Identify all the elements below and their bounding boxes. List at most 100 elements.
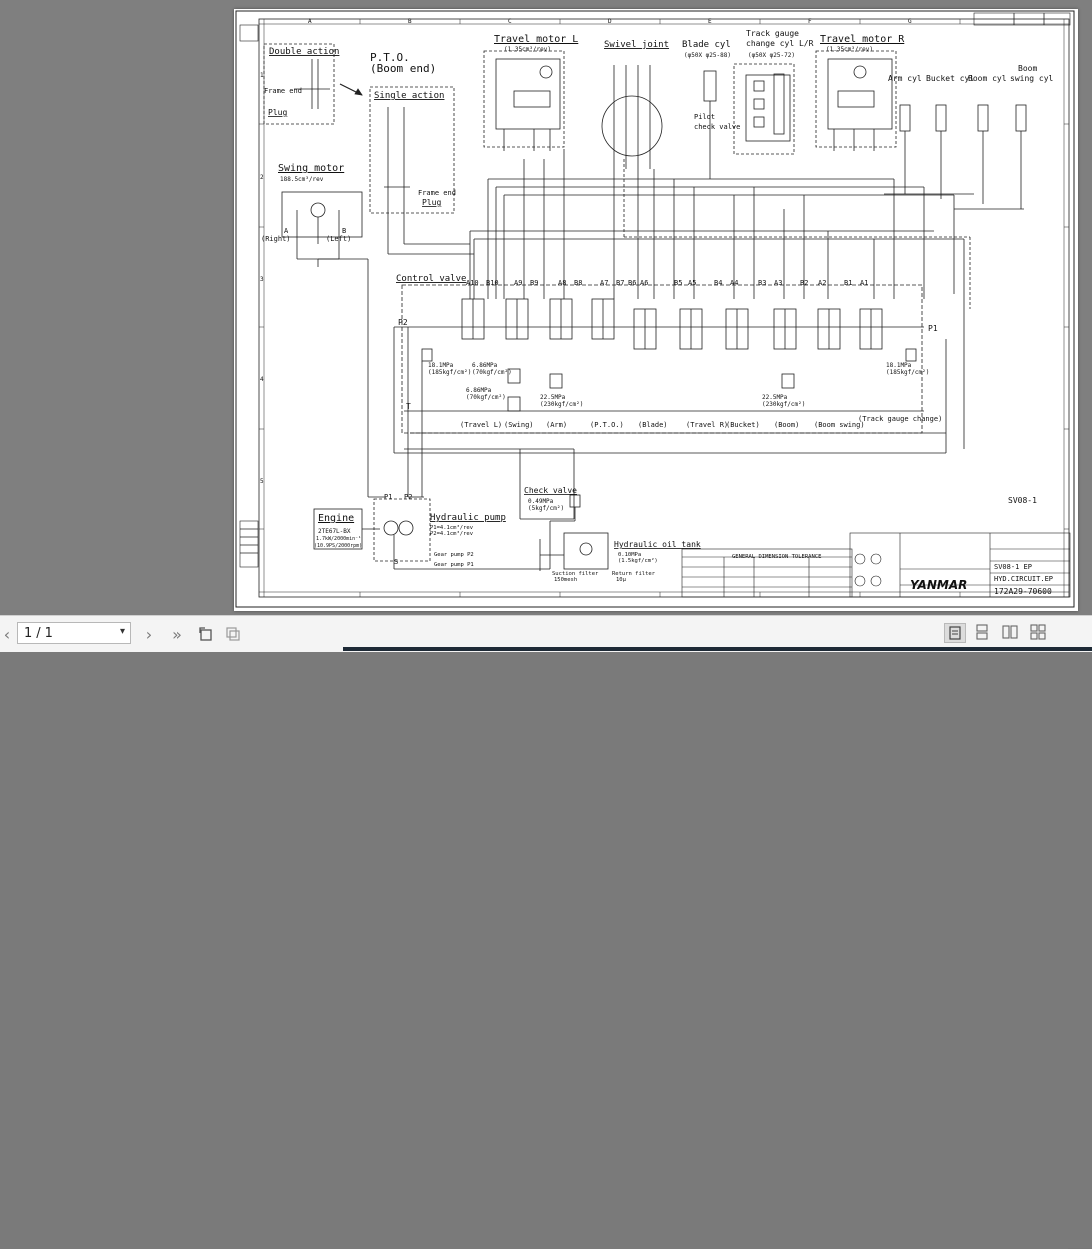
travel-motor-r-label: Travel motor R	[820, 34, 905, 45]
grid-col-f: F	[808, 18, 812, 25]
model-ref-code: SV08-1	[1008, 496, 1037, 505]
control-valve-label: Control valve	[396, 274, 466, 284]
suction-filter-mesh: 150mesh	[554, 577, 577, 583]
page-number-select[interactable]: 1 / 1 ▾	[17, 622, 131, 644]
function-blade: (Blade)	[638, 421, 668, 429]
two-page-icon	[1002, 625, 1018, 639]
title-name: HYD.CIRCUIT.EP	[994, 575, 1053, 583]
relief-c-pressure-2: (230kgf/cm²)	[540, 401, 583, 408]
boom-swing-cyl-label-2: swing cyl	[1010, 74, 1054, 83]
track-gauge-spec: (φ50X φ25-72)	[748, 52, 795, 59]
relief-b-pressure: 6.86MPa	[466, 387, 492, 394]
port-b8: B8	[574, 279, 582, 287]
relief-left-pressure: 18.1MPa	[428, 362, 454, 369]
port-b3: B3	[758, 279, 766, 287]
port-b5: B5	[674, 279, 682, 287]
port-b4: B4	[714, 279, 722, 287]
port-b10: B10	[486, 279, 499, 287]
plug-label: Plug	[268, 108, 287, 117]
pto-frame-end-label: Frame end	[418, 189, 456, 197]
grid-col-g: G	[908, 18, 912, 25]
port-b9: B9	[530, 279, 538, 287]
relief-a-pressure-2: (70kgf/cm²)	[472, 369, 512, 376]
relief-a-pressure: 6.86MPa	[472, 362, 498, 369]
function-swing: (Swing)	[504, 421, 534, 429]
single-page-view-button[interactable]	[944, 623, 966, 643]
relief-right-pressure-2: (185kgf/cm²)	[886, 369, 929, 376]
grid-row-1: 1	[260, 72, 264, 79]
function-arm: (Arm)	[546, 421, 567, 429]
engine-model: 2TE67L-BX	[318, 528, 351, 535]
grid-row-2: 2	[260, 174, 264, 181]
port-a9: A9	[514, 279, 522, 287]
relief-d-pressure: 22.5MPa	[762, 394, 788, 401]
chevron-down-icon: ▾	[119, 626, 125, 637]
swing-right-label: (Right)	[261, 235, 291, 243]
copy-icon	[226, 627, 240, 641]
next-page-button[interactable]: ›	[140, 623, 158, 645]
two-page-continuous-view-button[interactable]	[1028, 623, 1050, 643]
check-valve-label: Check valve	[524, 486, 577, 495]
pilot-check-label: Pilot	[694, 113, 715, 121]
swing-left-label: (Left)	[326, 235, 351, 243]
hydraulic-circuit-diagram: Double action Frame end Plug P.T.O. (Boo…	[235, 10, 1075, 608]
port-b7: B7	[616, 279, 624, 287]
pto-boom-end-label: (Boom end)	[370, 62, 436, 75]
port-a1: A1	[860, 279, 868, 287]
hydraulic-pump-label: Hydraulic pump	[430, 513, 506, 523]
grid-row-4: 4	[260, 376, 264, 383]
document-viewport[interactable]: Double action Frame end Plug P.T.O. (Boo…	[0, 0, 1092, 615]
function-boom-swing: (Boom swing)	[814, 421, 865, 429]
port-b1: B1	[844, 279, 852, 287]
travel-motor-l-spec: (1.35cm³/rev)	[504, 46, 551, 53]
pump-spec-2: P2=4.1cm³/rev	[430, 530, 474, 537]
port-a3: A3	[774, 279, 782, 287]
port-a8: A8	[558, 279, 566, 287]
grid-row-3: 3	[260, 276, 264, 283]
travel-motor-l-label: Travel motor L	[494, 34, 578, 45]
tank-spec-2: (1.5kgf/cm²)	[618, 557, 658, 564]
swing-motor-label: Swing motor	[278, 163, 344, 174]
travel-motor-r-spec: (1.35cm³/rev)	[826, 46, 873, 53]
swing-motor-spec: 188.5cm³/rev	[280, 176, 324, 183]
rotate-button[interactable]	[196, 623, 216, 645]
prev-page-button[interactable]: ‹	[0, 623, 14, 645]
hydraulic-oil-tank-label: Hydraulic oil tank	[614, 540, 701, 549]
pump-s: S	[394, 558, 398, 566]
two-page-continuous-icon	[1030, 624, 1046, 640]
blade-cyl-label: Blade cyl	[682, 40, 731, 50]
pump-p2: P2	[404, 493, 412, 501]
port-t: T	[406, 402, 411, 411]
function-bucket: (Bucket)	[726, 421, 760, 429]
port-a10: A10	[466, 279, 479, 287]
yanmar-logo: YANMAR	[910, 578, 967, 592]
function-travel-l: (Travel L)	[460, 421, 502, 429]
two-page-view-button[interactable]	[1000, 623, 1022, 643]
port-b2: B2	[800, 279, 808, 287]
pump-spec: P1=4.1cm³/rev	[430, 524, 474, 531]
pilot-check-label-2: check valve	[694, 123, 740, 131]
copy-button[interactable]	[223, 623, 243, 645]
port-p2: P2	[398, 318, 408, 327]
boom-cyl-label: Boom cyl	[968, 74, 1007, 83]
grid-row-5: 5	[260, 478, 264, 485]
gear-pump-p1-label: Gear pump P1	[434, 562, 474, 568]
port-a5: A5	[688, 279, 696, 287]
track-gauge-label: Track gauge	[746, 29, 799, 38]
double-action-label: Double action	[269, 47, 339, 57]
blade-cyl-spec: (φ50X φ25-88)	[684, 52, 731, 59]
last-page-button[interactable]: »	[166, 623, 188, 645]
function-travel-r: (Travel R)	[686, 421, 728, 429]
port-a2: A2	[818, 279, 826, 287]
boom-swing-cyl-label: Boom	[1018, 64, 1037, 73]
relief-left-pressure-2: (185kgf/cm²)	[428, 369, 471, 376]
general-tolerance-label: GENERAL DIMENSION TOLERANCE	[732, 554, 821, 560]
function-boom: (Boom)	[774, 421, 799, 429]
arm-cyl-label: Arm cyl	[888, 74, 922, 83]
drawing-number: 172A29-70600	[994, 587, 1052, 596]
rotate-icon	[199, 627, 212, 641]
relief-right-pressure: 18.1MPa	[886, 362, 912, 369]
swivel-joint-label: Swivel joint	[604, 40, 669, 50]
continuous-view-button[interactable]	[972, 623, 994, 643]
port-a7: A7	[600, 279, 608, 287]
